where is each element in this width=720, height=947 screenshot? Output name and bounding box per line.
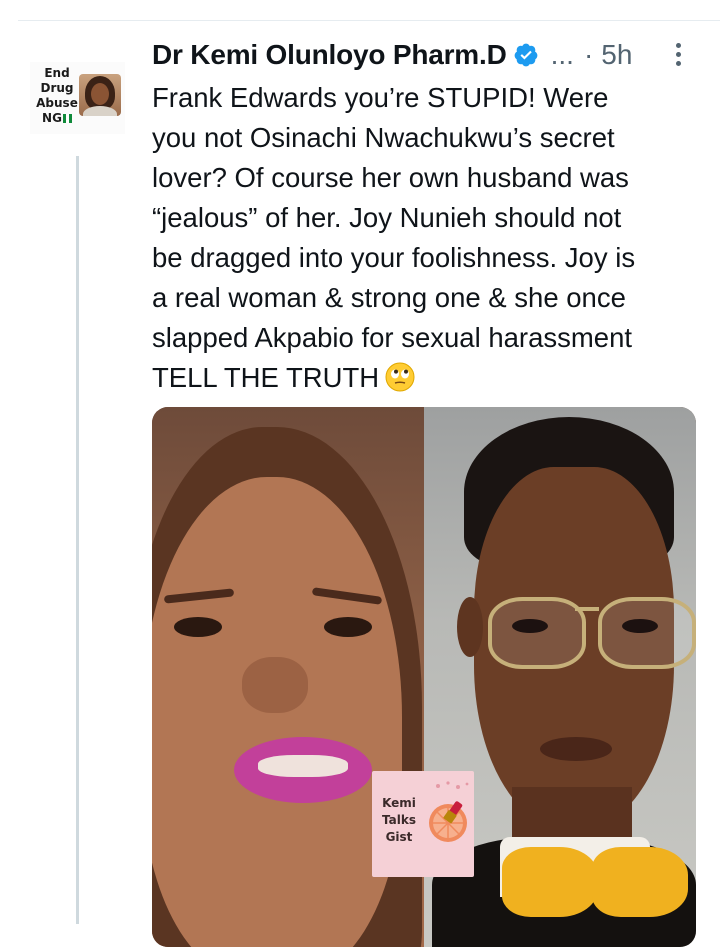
top-divider (18, 20, 720, 21)
watermark-line: Gist (385, 830, 413, 844)
tweet-text-line: a real woman & strong one & she once (152, 282, 626, 313)
author-avatar[interactable]: End Drug Abuse NG (30, 62, 125, 134)
tweet-text-line: be dragged into your foolishness. Joy is (152, 242, 636, 273)
nigeria-flag-icon (62, 112, 72, 123)
watermark-line: Talks (382, 813, 416, 827)
author-name[interactable]: Dr Kemi Olunloyo Pharm.D (152, 39, 507, 71)
grapefruit-lipstick-icon (429, 801, 467, 842)
thread-line (76, 156, 79, 924)
tweet-header: Dr Kemi Olunloyo Pharm.D ... · 5h (152, 38, 632, 72)
truncation-ellipsis: ... (550, 39, 574, 70)
decorative-dots (436, 781, 469, 789)
face-with-rolling-eyes-icon (385, 362, 415, 392)
tweet-text-line: you not Osinachi Nwachukwu’s secret (152, 122, 615, 153)
watermark-text: Kemi Talks Gist (378, 795, 420, 846)
eyeglasses (488, 597, 586, 669)
header-separator: · (583, 39, 594, 70)
avatar-photo (79, 74, 121, 116)
avatar-badge-line: End (44, 66, 70, 80)
tweet-timestamp[interactable]: 5h (601, 39, 632, 71)
watermark-line: Kemi (382, 796, 416, 810)
tweet-text-line: TELL THE TRUTH (152, 362, 380, 393)
tweet-text-line: “jealous” of her. Joy Nunieh should not (152, 202, 622, 233)
verified-badge-icon (514, 43, 537, 67)
avatar-badge-line: Abuse (36, 96, 78, 110)
watermark-sticker: Kemi Talks Gist (372, 771, 474, 877)
tweet-text-last-line: TELL THE TRUTH (152, 358, 712, 398)
tweet-text-line: Frank Edwards you’re STUPID! Were (152, 82, 609, 113)
avatar-badge-line: NG (42, 111, 62, 125)
tweet-text-line: lover? Of course her own husband was (152, 162, 629, 193)
more-options-icon[interactable] (668, 38, 690, 72)
tweet-media-image[interactable]: Kemi Talks Gist (152, 407, 696, 947)
avatar-badge-text: End Drug Abuse NG (35, 66, 79, 126)
tweet-text: Frank Edwards you’re STUPID! Were you no… (152, 78, 712, 398)
tweet-text-line: slapped Akpabio for sexual harassment (152, 322, 633, 353)
avatar-badge-line: Drug (40, 81, 74, 95)
avatar-badge-line-with-flag: NG (35, 111, 79, 126)
